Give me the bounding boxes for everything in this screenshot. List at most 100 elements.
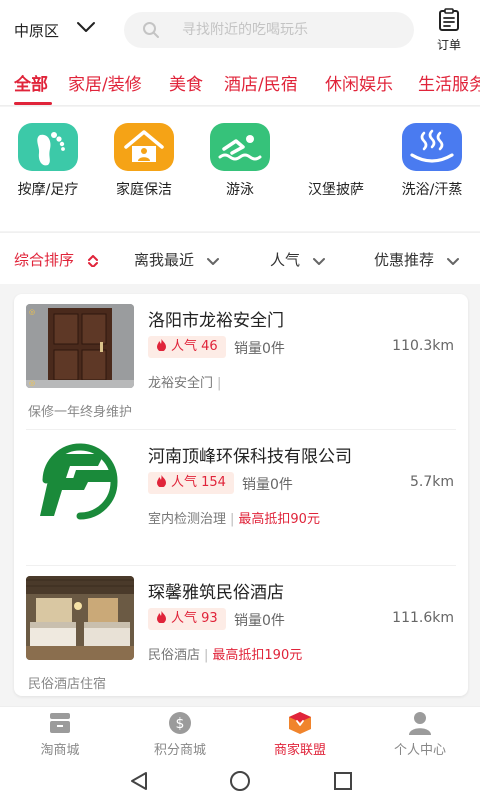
merchant-box-icon: [289, 712, 311, 734]
popularity-badge: 人气 154: [148, 472, 234, 494]
shop-name: 洛阳市龙裕安全门: [148, 311, 284, 331]
service-hot-spring[interactable]: 洗浴/汗蒸: [384, 123, 480, 199]
foot-massage-icon: [18, 123, 78, 171]
separator: |: [230, 512, 235, 527]
shop-tagline: 民俗酒店 | 最高抵扣190元: [148, 644, 302, 663]
nav-label: 个人中心: [393, 743, 446, 758]
svg-text:$: $: [176, 716, 185, 732]
system-nav-bar: [0, 760, 480, 800]
tab-home-renovation[interactable]: 家居/装修: [68, 70, 142, 95]
shop-category: 龙裕安全门: [148, 376, 214, 391]
tab-leisure[interactable]: 休闲娱乐: [325, 70, 393, 95]
flame-icon: [157, 475, 166, 487]
company-logo-image: [26, 440, 134, 524]
search-bar[interactable]: [124, 12, 414, 48]
tab-hotel[interactable]: 酒店/民宿: [224, 70, 298, 95]
sort-label: 离我最近: [134, 251, 195, 269]
shop-item[interactable]: 河南顶峰环保科技有限公司 人气 154 销量0件 5.7km 室内检测治理 | 最高…: [14, 430, 468, 566]
sales-count: 销量0件: [234, 341, 285, 357]
nav-personal-center[interactable]: 个人中心: [360, 711, 480, 758]
sort-label: 人气: [270, 251, 301, 269]
distance: 5.7km: [409, 474, 454, 490]
nav-label: 积分商城: [153, 743, 206, 758]
popularity-text: 人气 93: [171, 611, 218, 626]
nav-label: 商家联盟: [273, 743, 326, 758]
discount-promo: 最高抵扣190元: [212, 648, 303, 663]
svg-text:◎: ◎: [29, 308, 35, 316]
sales-count: 销量0件: [234, 613, 285, 629]
district-selector[interactable]: 中原区: [14, 20, 59, 41]
sales-count: 销量0件: [242, 477, 293, 493]
shop-tagline: 室内检测治理 | 最高抵扣90元: [148, 508, 320, 527]
service-burger-pizza[interactable]: 汉堡披萨: [288, 123, 384, 199]
service-house-cleaning[interactable]: 家庭保洁: [96, 123, 192, 199]
sort-nearest[interactable]: 离我最近: [134, 249, 219, 270]
popularity-badge: 人气 46: [148, 336, 226, 358]
sort-popularity[interactable]: 人气: [270, 249, 325, 270]
service-label: 洗浴/汗蒸: [401, 182, 463, 198]
flame-icon: [157, 339, 166, 351]
sort-toggle-icon: [87, 254, 98, 267]
separator: |: [204, 648, 209, 663]
service-swimming[interactable]: 游泳: [192, 123, 288, 199]
bottom-nav: 淘商城 $ 积分商城 商家联盟 个人中心: [0, 706, 480, 760]
hotel-room-image: [26, 576, 134, 660]
popularity-text: 人气 154: [171, 475, 226, 490]
shop-list: ◎ ◎ 洛阳市龙裕安全门 人气 46 销量0件 110.3km 龙裕安全门 | 保…: [14, 294, 468, 696]
chevron-down-icon[interactable]: [76, 20, 96, 34]
order-label: 订单: [436, 38, 461, 52]
popularity-badge: 人气 93: [148, 608, 226, 630]
recent-apps-icon[interactable]: [332, 770, 354, 792]
coin-icon: $: [169, 712, 191, 734]
flame-icon: [157, 611, 166, 623]
shop-tagline: 龙裕安全门 |: [148, 372, 225, 391]
search-input[interactable]: [182, 12, 402, 48]
hot-spring-icon: [402, 123, 462, 171]
shop-description: 民俗酒店住宿: [28, 677, 107, 692]
shop-thumbnail: ◎ ◎: [26, 304, 134, 388]
service-massage[interactable]: 按摩/足疗: [0, 123, 96, 199]
discount-promo: 最高抵扣90元: [238, 512, 320, 527]
sort-discount[interactable]: 优惠推荐: [374, 249, 459, 270]
svg-text:◎: ◎: [29, 379, 35, 387]
nav-merchant-alliance[interactable]: 商家联盟: [240, 711, 360, 758]
shop-category: 室内检测治理: [148, 512, 227, 527]
chevron-down-icon: [446, 257, 459, 265]
nav-points-mall[interactable]: $ 积分商城: [120, 711, 240, 758]
shop-description: 保修一年终身维护: [28, 405, 133, 420]
service-label: 汉堡披萨: [308, 182, 364, 198]
distance: 111.6km: [392, 610, 454, 626]
popularity-text: 人气 46: [171, 339, 218, 354]
distance: 110.3km: [392, 338, 454, 354]
sort-bar: 综合排序 离我最近 人气 优惠推荐: [0, 232, 480, 284]
service-label: 游泳: [226, 182, 254, 198]
home-icon[interactable]: [229, 770, 251, 792]
order-list-icon: [439, 8, 459, 31]
shop-category: 民俗酒店: [148, 648, 201, 663]
shop-name: 琛馨雅筑民俗酒店: [148, 583, 284, 603]
separator: |: [217, 376, 222, 391]
sort-comprehensive[interactable]: 综合排序: [14, 249, 99, 270]
shop-thumbnail: [26, 440, 134, 524]
swimming-icon: [210, 123, 270, 171]
sort-label: 综合排序: [14, 251, 75, 269]
active-tab-underline: [14, 102, 52, 105]
back-icon[interactable]: [128, 770, 150, 792]
tab-life-services[interactable]: 生活服务: [418, 70, 480, 95]
user-icon: [409, 712, 431, 735]
shop-thumbnail: [26, 576, 134, 660]
order-button[interactable]: 订单: [428, 8, 470, 54]
service-icon-row: 按摩/足疗 家庭保洁 游泳 汉堡披萨 洗浴/汗蒸: [0, 107, 480, 326]
chevron-down-icon: [312, 257, 325, 265]
shop-item[interactable]: ◎ ◎ 洛阳市龙裕安全门 人气 46 销量0件 110.3km 龙裕安全门 | 保…: [14, 294, 468, 430]
tab-all[interactable]: 全部: [14, 70, 48, 95]
nav-label: 淘商城: [40, 743, 80, 758]
tab-food[interactable]: 美食: [169, 70, 203, 95]
service-label: 按摩/足疗: [17, 182, 79, 198]
category-tabs: 全部 家居/装修 美食 酒店/民宿 休闲娱乐 生活服务: [0, 60, 480, 106]
search-icon: [143, 22, 159, 38]
shop-item[interactable]: 琛馨雅筑民俗酒店 人气 93 销量0件 111.6km 民俗酒店 | 最高抵扣190…: [14, 566, 468, 696]
shop-name: 河南顶峰环保科技有限公司: [148, 447, 352, 467]
nav-taoshop[interactable]: 淘商城: [0, 711, 120, 758]
house-cleaning-icon: [114, 123, 174, 171]
